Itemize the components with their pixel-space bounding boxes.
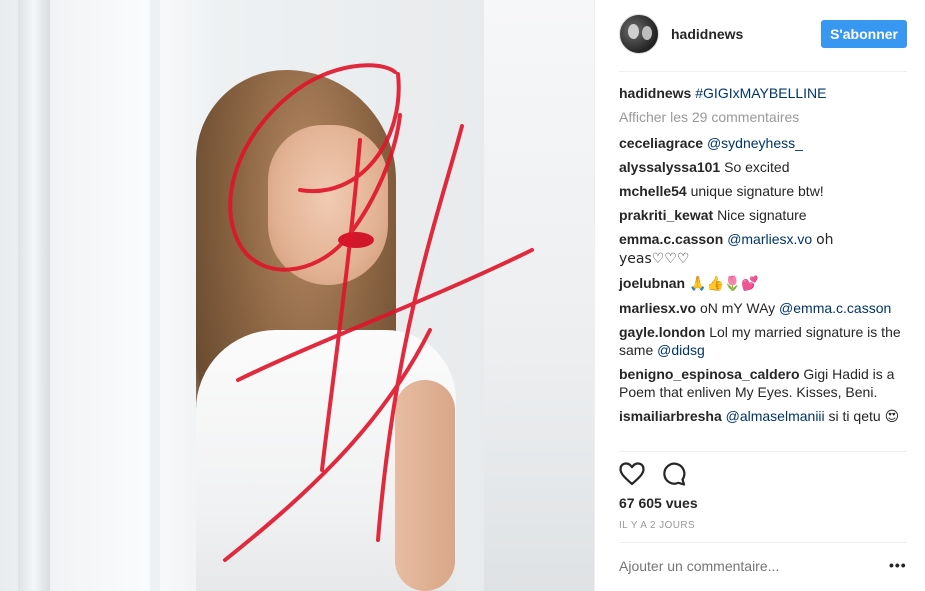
view-all-comments-link[interactable]: Afficher les 29 commentaires	[619, 108, 907, 126]
caption-hashtag[interactable]: #GIGIxMAYBELLINE	[695, 85, 826, 101]
post-media[interactable]	[0, 0, 594, 591]
comment-text: So excited	[724, 159, 790, 175]
header-divider	[619, 71, 907, 72]
comment-row: joelubnan 🙏👍🌷💕	[619, 274, 907, 293]
follow-button[interactable]: S'abonner	[821, 20, 907, 48]
add-comment-input[interactable]	[619, 558, 869, 574]
comment-emoji: 😍	[884, 409, 900, 425]
comments-list: hadidnews #GIGIxMAYBELLINE Afficher les …	[619, 84, 907, 432]
comment-row: prakriti_kewat Nice signature	[619, 206, 907, 224]
avatar[interactable]	[619, 14, 659, 54]
comment-text: unique signature btw!	[690, 183, 824, 199]
comment-emoji: 🙏👍🌷💕	[689, 276, 759, 292]
comment-mention[interactable]: @marliesx.vo	[727, 231, 812, 247]
comment-username[interactable]: gayle.london	[619, 324, 705, 340]
more-options-icon[interactable]: •••	[889, 558, 907, 572]
comment-mention[interactable]: @sydneyhess_	[707, 135, 803, 151]
view-count[interactable]: 67 605 vues	[619, 495, 698, 511]
comment-mention[interactable]: @emma.c.casson	[779, 300, 891, 316]
comment-row: ceceliagrace @sydneyhess_	[619, 134, 907, 152]
comment-row: marliesx.vo oN mY WAy @emma.c.casson	[619, 299, 907, 317]
comment-username[interactable]: ismailiarbresha	[619, 408, 722, 424]
comment-text: oN mY WAy	[699, 300, 776, 316]
comment-username[interactable]: mchelle54	[619, 183, 687, 199]
heart-icon[interactable]	[619, 462, 645, 486]
header-username[interactable]: hadidnews	[671, 26, 743, 42]
post-timestamp[interactable]: IL Y A 2 JOURS	[619, 520, 695, 531]
caption: hadidnews #GIGIxMAYBELLINE	[619, 84, 907, 102]
comment-username[interactable]: alyssalyssa101	[619, 159, 720, 175]
comment-mention[interactable]: @didsg	[657, 342, 705, 358]
actions-divider	[619, 451, 907, 452]
comment-username[interactable]: benigno_espinosa_caldero	[619, 366, 800, 382]
comment-username[interactable]: emma.c.casson	[619, 231, 723, 247]
comment-text: Nice signature	[717, 207, 807, 223]
comment-row: mchelle54 unique signature btw!	[619, 182, 907, 200]
comment-username[interactable]: prakriti_kewat	[619, 207, 713, 223]
speech-bubble-icon[interactable]	[661, 462, 687, 486]
comment-username[interactable]: marliesx.vo	[619, 300, 696, 316]
comment-username[interactable]: ceceliagrace	[619, 135, 703, 151]
action-bar	[619, 462, 687, 486]
comment-row: alyssalyssa101 So excited	[619, 158, 907, 176]
post-side-panel: hadidnews S'abonner hadidnews #GIGIxMAYB…	[594, 0, 925, 591]
post-header: hadidnews S'abonner	[619, 14, 907, 54]
comment-row: ismailiarbresha @almaselmaniii si ti qet…	[619, 407, 907, 426]
comment-row: gayle.london Lol my married signature is…	[619, 323, 907, 359]
signature-overlay	[223, 63, 534, 562]
caption-username[interactable]: hadidnews	[619, 85, 691, 101]
add-comment-divider	[619, 542, 907, 543]
comment-row: benigno_espinosa_caldero Gigi Hadid is a…	[619, 365, 907, 401]
comment-mention[interactable]: @almaselmaniii	[726, 408, 825, 424]
comment-username[interactable]: joelubnan	[619, 275, 685, 291]
comment-text: si ti qetu	[828, 408, 881, 424]
comment-row: emma.c.casson @marliesx.vo oh yeas♡♡♡	[619, 230, 907, 268]
